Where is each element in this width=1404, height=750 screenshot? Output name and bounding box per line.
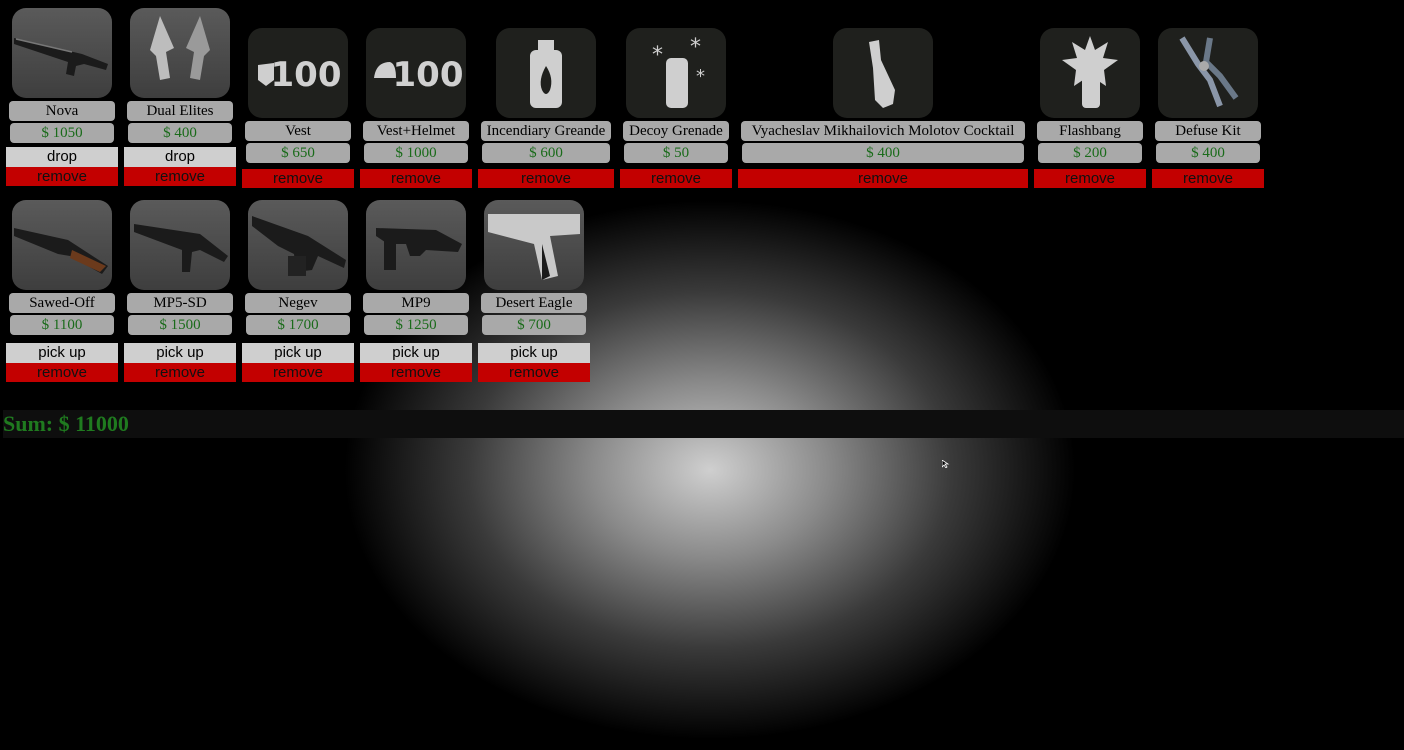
item-name: Desert Eagle [481,293,587,313]
inventory-row-1: Nova $ 1050 drop remove Dual Elites $ 40… [6,8,1270,188]
item-name: Vest [245,121,351,141]
item-name: Decoy Grenade [623,121,729,141]
item-name: Vest+Helmet [363,121,469,141]
remove-button[interactable]: remove [620,169,732,188]
item-price: $ 1000 [364,143,468,163]
item-name: Defuse Kit [1155,121,1261,141]
item-name: Sawed-Off [9,293,115,313]
defuse-kit-icon [1158,28,1258,118]
drop-button[interactable]: drop [124,147,236,167]
remove-button[interactable]: remove [738,169,1028,188]
remove-button[interactable]: remove [1034,169,1146,188]
pick-up-button[interactable]: pick up [478,343,590,363]
remove-button[interactable]: remove [242,363,354,382]
item-card-decoy: * * * Decoy Grenade $ 50 remove [620,8,732,188]
flashbang-icon [1040,28,1140,118]
item-price: $ 400 [1156,143,1260,163]
item-name: Negev [245,293,351,313]
remove-button[interactable]: remove [478,169,614,188]
item-name: MP5-SD [127,293,233,313]
item-price: $ 200 [1038,143,1142,163]
item-price: $ 1050 [10,123,114,143]
item-name: Dual Elites [127,101,233,121]
molotov-icon [833,28,933,118]
mouse-cursor-icon [942,460,950,468]
svg-text:*: * [652,43,663,68]
inventory-row-2: Sawed-Off $ 1100 pick up remove MP5-SD $… [6,200,596,382]
item-price: $ 700 [482,315,586,335]
drop-button[interactable]: drop [6,147,118,167]
item-price: $ 1700 [246,315,350,335]
pick-up-button[interactable]: pick up [360,343,472,363]
item-card-desert-eagle: Desert Eagle $ 700 pick up remove [478,200,590,382]
incendiary-grenade-icon [496,28,596,118]
remove-button[interactable]: remove [478,363,590,382]
item-card-nova: Nova $ 1050 drop remove [6,8,118,186]
armor-value: 100 [393,55,464,95]
decoy-grenade-icon: * * * [626,28,726,118]
item-price: $ 650 [246,143,350,163]
mp9-smg-icon [366,200,466,290]
negev-machine-gun-icon [248,200,348,290]
item-card-negev: Negev $ 1700 pick up remove [242,200,354,382]
svg-text:*: * [696,66,705,87]
nova-shotgun-icon [12,8,112,98]
pick-up-button[interactable]: pick up [6,343,118,363]
item-card-incendiary: Incendiary Greande $ 600 remove [478,8,614,188]
item-name: Nova [9,101,115,121]
remove-button[interactable]: remove [124,167,236,186]
remove-button[interactable]: remove [6,363,118,382]
item-name: MP9 [363,293,469,313]
item-name: Incendiary Greande [481,121,611,141]
item-card-mp9: MP9 $ 1250 pick up remove [360,200,472,382]
remove-button[interactable]: remove [124,363,236,382]
pick-up-button[interactable]: pick up [124,343,236,363]
remove-button[interactable]: remove [1152,169,1264,188]
item-card-defuse-kit: Defuse Kit $ 400 remove [1152,8,1264,188]
remove-button[interactable]: remove [6,167,118,186]
armor-value: 100 [271,55,342,95]
item-price: $ 50 [624,143,728,163]
item-price: $ 1500 [128,315,232,335]
pick-up-button[interactable]: pick up [242,343,354,363]
item-card-vest: 100 Vest $ 650 remove [242,8,354,188]
vest-helmet-armor-icon: 100 [366,28,466,118]
dual-pistols-icon [130,8,230,98]
remove-button[interactable]: remove [360,363,472,382]
item-card-sawed-off: Sawed-Off $ 1100 pick up remove [6,200,118,382]
item-price: $ 600 [482,143,610,163]
item-price: $ 1100 [10,315,114,335]
item-card-molotov: Vyacheslav Mikhailovich Molotov Cocktail… [738,8,1028,188]
item-card-dual-elites: Dual Elites $ 400 drop remove [124,8,236,186]
item-price: $ 1250 [364,315,468,335]
remove-button[interactable]: remove [360,169,472,188]
mp5-sd-smg-icon [130,200,230,290]
item-name: Vyacheslav Mikhailovich Molotov Cocktail [741,121,1025,141]
item-name: Flashbang [1037,121,1143,141]
item-price: $ 400 [742,143,1024,163]
desert-eagle-pistol-icon [484,200,584,290]
item-card-vest-helmet: 100 Vest+Helmet $ 1000 remove [360,8,472,188]
vest-armor-icon: 100 [248,28,348,118]
sawed-off-shotgun-icon [12,200,112,290]
remove-button[interactable]: remove [242,169,354,188]
item-card-flashbang: Flashbang $ 200 remove [1034,8,1146,188]
svg-text:*: * [690,35,701,60]
item-price: $ 400 [128,123,232,143]
item-card-mp5-sd: MP5-SD $ 1500 pick up remove [124,200,236,382]
sum-total: Sum: $ 11000 [3,410,1404,438]
